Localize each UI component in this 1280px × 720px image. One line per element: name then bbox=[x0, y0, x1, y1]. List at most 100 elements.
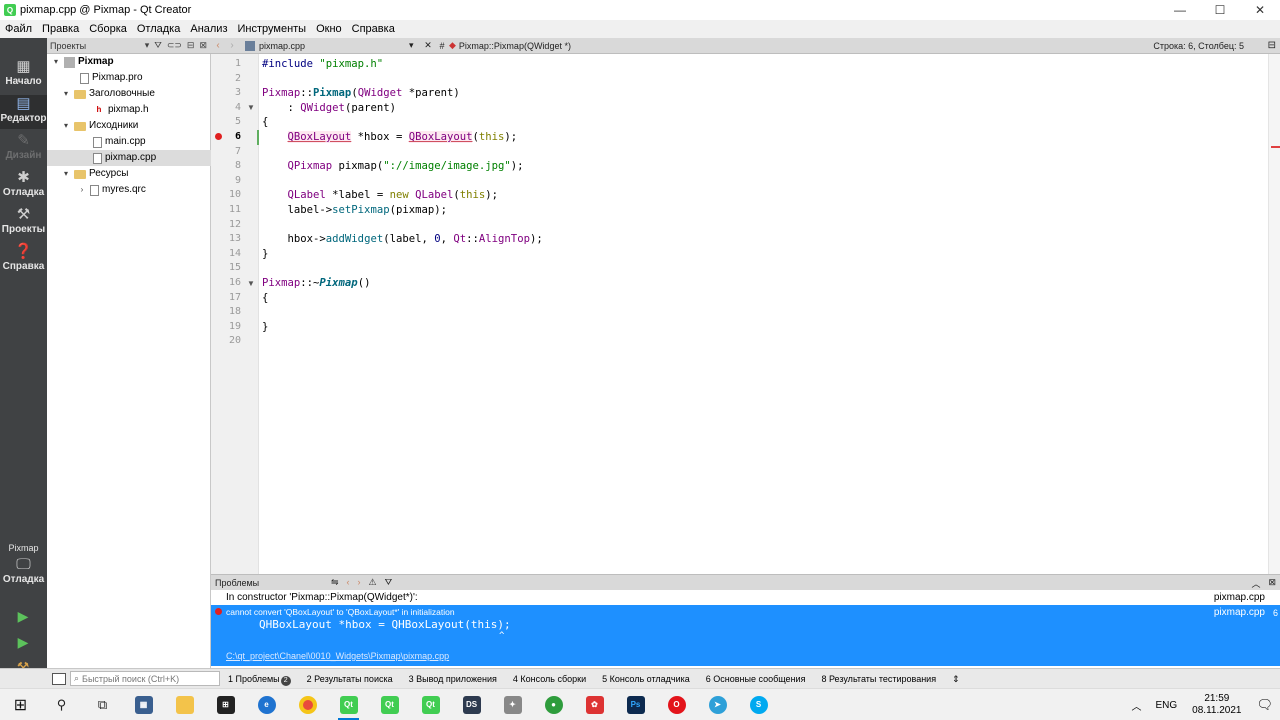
tab-issues[interactable]: 1 Проблемы 2 bbox=[220, 669, 299, 689]
mode-debug[interactable]: ✱ Отладка bbox=[0, 169, 47, 203]
expand-icon[interactable]: ▾ bbox=[51, 54, 61, 70]
tray-chevron-icon[interactable]: ︿ bbox=[1125, 698, 1149, 713]
tab-compile-output[interactable]: 4 Консоль сборки bbox=[505, 669, 594, 689]
more-tabs-icon[interactable]: ⇕ bbox=[944, 669, 968, 689]
green-app-icon[interactable]: ● bbox=[533, 689, 574, 720]
tree-item-main-cpp[interactable]: main.cpp bbox=[47, 134, 211, 150]
issue-file-path[interactable]: C:\qt_project\Chanel\0010_Widgets\Pixmap… bbox=[226, 651, 449, 661]
kit-selector[interactable]: 🖵 Отладка bbox=[0, 556, 47, 590]
close-document-icon[interactable]: ✕ bbox=[421, 40, 435, 51]
menu-file[interactable]: Файл bbox=[0, 20, 37, 38]
gimp-icon[interactable]: ✦ bbox=[492, 689, 533, 720]
tab-search-results[interactable]: 2 Результаты поиска bbox=[299, 669, 401, 689]
store-icon[interactable]: ⊞ bbox=[205, 689, 246, 720]
skype-icon[interactable]: S bbox=[738, 689, 779, 720]
locator-search-input[interactable]: ⌕ Быстрый поиск (Ctrl+K) bbox=[70, 671, 220, 686]
debug-run-button[interactable]: ▶ bbox=[12, 634, 34, 654]
filter-icon[interactable]: ⛛ bbox=[154, 40, 162, 51]
menu-tools[interactable]: Инструменты bbox=[233, 20, 312, 38]
ds-app-icon[interactable]: DS bbox=[451, 689, 492, 720]
tab-debugger-console[interactable]: 5 Консоль отладчика bbox=[594, 669, 698, 689]
task-view-icon[interactable]: ⧉ bbox=[82, 689, 123, 720]
menu-debug[interactable]: Отладка bbox=[132, 20, 185, 38]
warning-filter-icon[interactable]: ⚠ bbox=[369, 577, 377, 588]
maximize-pane-icon[interactable]: ︿ bbox=[1251, 577, 1260, 590]
clear-icon[interactable]: ⇋ bbox=[331, 577, 339, 588]
error-marker-icon[interactable] bbox=[215, 133, 222, 140]
open-file-combo[interactable]: pixmap.cpp bbox=[259, 41, 409, 51]
fold-arrow-icon[interactable]: ▼ bbox=[247, 103, 255, 112]
photoshop-icon[interactable]: Ps bbox=[615, 689, 656, 720]
back-arrow-icon[interactable]: ‹ bbox=[211, 40, 225, 51]
tree-item-sources[interactable]: ▾ Исходники bbox=[47, 118, 211, 134]
project-icon bbox=[64, 56, 75, 68]
qt-linguist-icon[interactable]: Qt bbox=[410, 689, 451, 720]
tree-item-resources[interactable]: ▾ Ресурсы bbox=[47, 166, 211, 182]
tab-general-messages[interactable]: 6 Основные сообщения bbox=[698, 669, 814, 689]
menu-window[interactable]: Окно bbox=[311, 20, 347, 38]
windows-start-icon[interactable]: ⊞ bbox=[0, 689, 41, 720]
qt-designer-icon[interactable]: Qt bbox=[369, 689, 410, 720]
symbol-combo[interactable]: Pixmap::Pixmap(QWidget *) bbox=[459, 41, 1019, 51]
tree-item-pixmap-cpp[interactable]: pixmap.cpp bbox=[47, 150, 211, 166]
code-text-area[interactable]: #include "pixmap.h" Pixmap::Pixmap(QWidg… bbox=[260, 54, 1266, 574]
mode-help[interactable]: ❓ Справка bbox=[0, 243, 47, 277]
red-app-icon[interactable]: ✿ bbox=[574, 689, 615, 720]
cursor-position[interactable]: Строка: 6, Столбец: 5 bbox=[1153, 41, 1280, 51]
menu-analyze[interactable]: Анализ bbox=[185, 20, 232, 38]
prev-item-icon[interactable]: ‹ bbox=[347, 577, 350, 588]
fold-arrow-icon[interactable]: ▼ bbox=[247, 279, 255, 288]
clock[interactable]: 21:59 08.11.2021 bbox=[1184, 693, 1249, 717]
tab-application-output[interactable]: 3 Вывод приложения bbox=[401, 669, 505, 689]
combo-arrow-icon[interactable]: ▾ bbox=[409, 40, 421, 51]
projects-pane-title[interactable]: Проекты bbox=[47, 41, 145, 51]
expand-icon[interactable]: ▾ bbox=[61, 118, 71, 134]
split-editor-icon[interactable]: ⊟ bbox=[1268, 40, 1276, 51]
expand-icon[interactable]: ▾ bbox=[61, 86, 71, 102]
keyboard-language[interactable]: ENG bbox=[1149, 700, 1185, 711]
link-icon[interactable]: ⊂⊃ bbox=[167, 40, 182, 51]
close-pane-icon[interactable]: ⊠ bbox=[199, 40, 207, 51]
dropdown-icon[interactable]: ▾ bbox=[145, 40, 150, 51]
minimize-button[interactable]: — bbox=[1160, 0, 1200, 20]
next-item-icon[interactable]: › bbox=[358, 577, 361, 588]
notifications-icon[interactable]: 🗨 bbox=[1249, 697, 1280, 713]
calculator-icon[interactable]: ▦ bbox=[123, 689, 164, 720]
issue-error-row[interactable]: cannot convert 'QBoxLayout' to 'QBoxLayo… bbox=[211, 605, 1280, 666]
tree-item-pro-file[interactable]: Pixmap.pro bbox=[47, 70, 211, 86]
mode-projects[interactable]: ⚒ Проекты bbox=[0, 206, 47, 240]
mode-welcome[interactable]: ▦ Начало bbox=[0, 58, 47, 92]
editor-scrollbar[interactable] bbox=[1268, 54, 1280, 574]
split-icon[interactable]: ⊟ bbox=[187, 40, 195, 51]
qt-creator-taskbar-icon[interactable]: Qt bbox=[328, 689, 369, 720]
collapse-icon[interactable]: › bbox=[77, 182, 87, 198]
mode-edit[interactable]: ▤ Редактор bbox=[0, 95, 47, 129]
menu-help[interactable]: Справка bbox=[347, 20, 400, 38]
tree-item-pixmap-h[interactable]: h pixmap.h bbox=[47, 102, 211, 118]
chrome-icon[interactable] bbox=[287, 689, 328, 720]
forward-arrow-icon[interactable]: › bbox=[225, 40, 239, 51]
issue-context-row[interactable]: In constructor 'Pixmap::Pixmap(QWidget*)… bbox=[211, 590, 1280, 605]
menu-build[interactable]: Сборка bbox=[84, 20, 132, 38]
preprocessor-hash[interactable]: # bbox=[435, 41, 449, 51]
tree-item-label: Pixmap bbox=[78, 56, 114, 67]
close-button[interactable]: ✕ bbox=[1240, 0, 1280, 20]
telegram-icon[interactable]: ➤ bbox=[697, 689, 738, 720]
tree-item-project[interactable]: ▾ Pixmap bbox=[47, 54, 211, 70]
tree-item-myres-qrc[interactable]: › myres.qrc bbox=[47, 182, 211, 198]
close-pane-icon[interactable]: ⊠ bbox=[1268, 577, 1276, 590]
file-explorer-icon[interactable] bbox=[164, 689, 205, 720]
projects-pane-header: Проекты ▾ ⛛ ⊂⊃ ⊟ ⊠ bbox=[47, 38, 211, 54]
run-button[interactable]: ▶ bbox=[12, 608, 34, 628]
maximize-button[interactable]: ☐ bbox=[1200, 0, 1240, 20]
edge-icon[interactable]: e bbox=[246, 689, 287, 720]
filter-icon[interactable]: ⛛ bbox=[385, 577, 393, 588]
search-icon[interactable]: ⚲ bbox=[41, 689, 82, 720]
sidebar-toggle-icon[interactable] bbox=[52, 672, 66, 685]
expand-icon[interactable]: ▾ bbox=[61, 166, 71, 182]
tree-item-headers[interactable]: ▾ Заголовочные bbox=[47, 86, 211, 102]
menu-edit[interactable]: Правка bbox=[37, 20, 84, 38]
opera-icon[interactable]: O bbox=[656, 689, 697, 720]
code-editor[interactable]: 1 2 3 4 5 6 7 8 9 10 11 12 13 14 15 16 1… bbox=[211, 54, 1280, 574]
tab-test-results[interactable]: 8 Результаты тестирования bbox=[813, 669, 944, 689]
